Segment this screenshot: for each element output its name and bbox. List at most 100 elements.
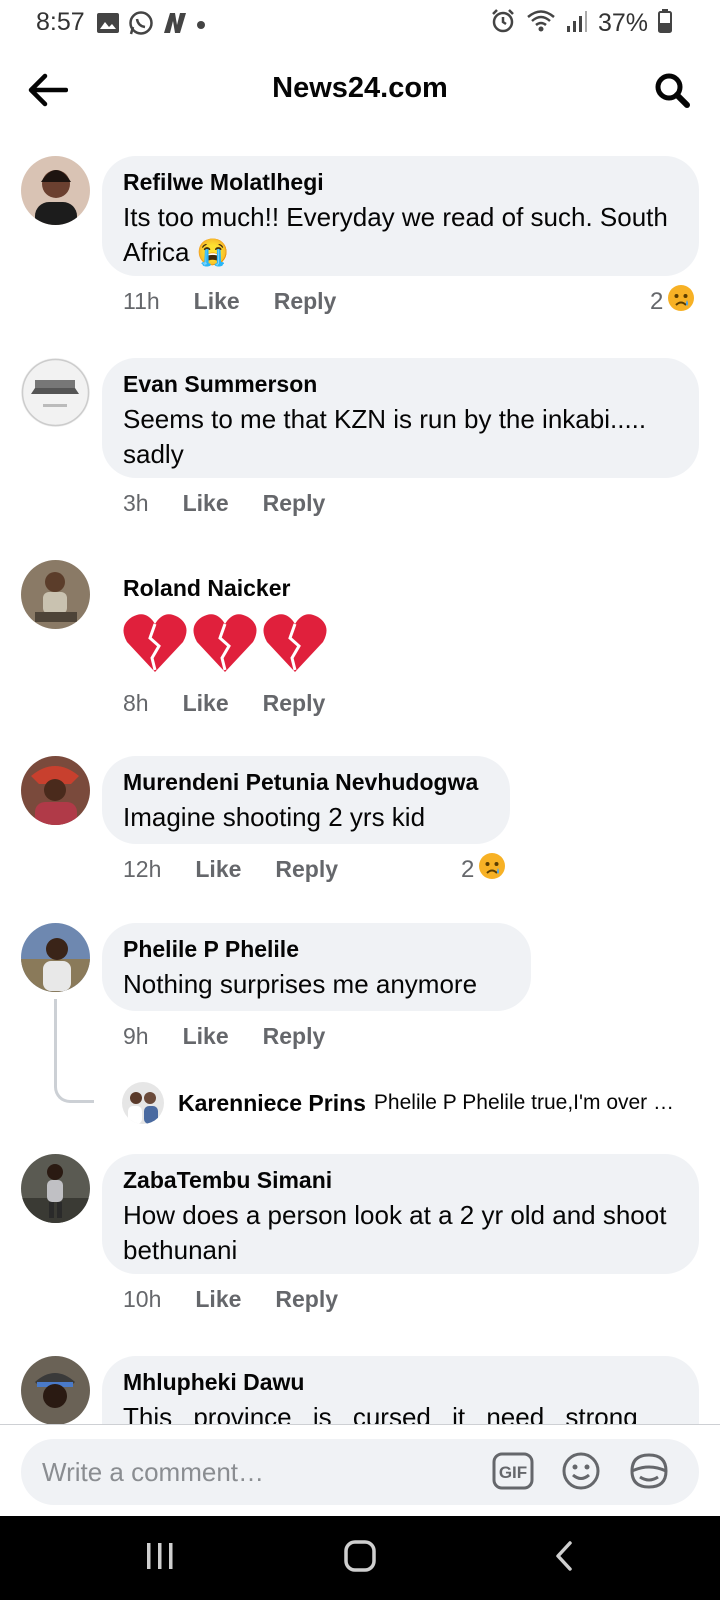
reply-button[interactable]: Reply — [274, 288, 337, 315]
avatar[interactable] — [21, 1356, 90, 1424]
home-button[interactable] — [330, 1536, 390, 1580]
status-left-icons — [96, 10, 206, 41]
comment-author[interactable]: Mhlupheki Dawu — [123, 1368, 679, 1396]
reply-thread-line — [54, 999, 94, 1103]
whatsapp-icon — [128, 10, 154, 41]
comment-text: Nothing surprises me anymore — [123, 969, 478, 999]
broken-heart-emojis — [122, 612, 328, 679]
comment-actions: 3h Like Reply — [123, 490, 325, 517]
comment-actions: 9h Like Reply — [123, 1023, 325, 1050]
emoji-icon — [561, 1451, 601, 1496]
comment-author[interactable]: Roland Naicker — [123, 574, 290, 602]
like-button[interactable]: Like — [183, 490, 229, 517]
avatar[interactable] — [21, 560, 90, 629]
reply-text: Phelile P Phelile true,I'm over … — [373, 1091, 675, 1114]
sticker-button[interactable] — [627, 1451, 671, 1496]
comment-input[interactable]: Write a comment… GIF — [21, 1439, 699, 1505]
comment-composer: Write a comment… GIF — [0, 1424, 720, 1516]
like-button[interactable]: Like — [194, 288, 240, 315]
recent-apps-icon — [144, 1541, 176, 1576]
page-title: News24.com — [272, 72, 448, 104]
news-app-icon — [162, 11, 188, 40]
comment-time: 9h — [123, 1023, 149, 1049]
comment-author[interactable]: Phelile P Phelile — [123, 935, 511, 963]
comment-bubble[interactable]: Mhlupheki Dawu This province is cursed i… — [102, 1356, 699, 1424]
reply-button[interactable]: Reply — [275, 856, 338, 883]
comment-text: How does a person look at a 2 yr old and… — [123, 1200, 667, 1265]
gif-button[interactable]: GIF — [491, 1452, 535, 1495]
comment-actions: 8h Like Reply — [123, 690, 325, 717]
like-button[interactable]: Like — [195, 1286, 241, 1313]
like-button[interactable]: Like — [195, 856, 241, 883]
reply-button[interactable]: Reply — [263, 1023, 326, 1050]
comment-author[interactable]: ZabaTembu Simani — [123, 1166, 679, 1194]
reaction-count: 2 — [461, 855, 475, 883]
reaction-summary[interactable]: 2 — [461, 852, 506, 887]
reply-preview[interactable]: Karenniece Prins Phelile P Phelile true,… — [122, 1082, 690, 1124]
broken-heart-icon — [192, 612, 258, 679]
comment-time: 12h — [123, 856, 162, 882]
avatar[interactable] — [21, 756, 90, 825]
sad-reaction-icon — [667, 284, 695, 319]
comment-input-placeholder: Write a comment… — [42, 1457, 265, 1487]
battery-percent: 37% — [597, 9, 648, 37]
comment-bubble[interactable]: Refilwe Molatlhegi Its too much!! Everyd… — [102, 156, 699, 276]
back-nav-icon — [552, 1540, 576, 1577]
alarm-icon — [490, 8, 516, 39]
avatar[interactable] — [122, 1082, 164, 1124]
comment-actions: 12h Like Reply — [123, 856, 338, 883]
reply-button[interactable]: Reply — [263, 490, 326, 517]
status-bar: 8:57 37% — [0, 0, 720, 46]
comment-time: 3h — [123, 490, 149, 516]
wifi-icon — [526, 9, 556, 38]
comment-bubble[interactable]: ZabaTembu Simani How does a person look … — [102, 1154, 699, 1274]
reply-author[interactable]: Karenniece Prins — [178, 1090, 366, 1117]
svg-text:GIF: GIF — [499, 1463, 527, 1482]
app-bar: News24.com — [0, 56, 720, 128]
status-time: 8:57 — [36, 8, 85, 36]
broken-heart-icon — [262, 612, 328, 679]
system-nav-bar — [0, 1516, 720, 1600]
avatar[interactable] — [21, 1154, 90, 1223]
recent-apps-button[interactable] — [130, 1536, 190, 1580]
comment-actions: 10h Like Reply — [123, 1286, 338, 1313]
search-button[interactable] — [648, 70, 696, 114]
avatar[interactable] — [21, 923, 90, 992]
sad-reaction-icon — [478, 852, 506, 887]
comment-time: 8h — [123, 690, 149, 716]
reply-button[interactable]: Reply — [275, 1286, 338, 1313]
like-button[interactable]: Like — [183, 690, 229, 717]
comment-text: Its too much!! Everyday we read of such.… — [123, 202, 668, 267]
gallery-icon — [96, 12, 120, 39]
comment-time: 10h — [123, 1286, 162, 1312]
comment-bubble[interactable]: Phelile P Phelile Nothing surprises me a… — [102, 923, 531, 1011]
search-icon — [653, 71, 691, 114]
sticker-icon — [628, 1451, 670, 1496]
comment-bubble[interactable]: Evan Summerson Seems to me that KZN is r… — [102, 358, 699, 478]
broken-heart-icon — [122, 612, 188, 679]
gif-icon: GIF — [492, 1452, 534, 1495]
comment-item: Mhlupheki Dawu This province is cursed i… — [0, 1356, 720, 1424]
comment-actions: 11h Like Reply — [123, 288, 336, 315]
notification-dot-icon — [196, 17, 206, 35]
like-button[interactable]: Like — [183, 1023, 229, 1050]
comment-time: 11h — [123, 288, 160, 314]
avatar[interactable] — [21, 358, 90, 427]
reaction-count: 2 — [650, 287, 664, 315]
comment-text: This province is cursed it need strong — [123, 1402, 638, 1424]
comment-text: Imagine shooting 2 yrs kid — [123, 802, 426, 832]
comment-bubble[interactable]: Murendeni Petunia Nevhudogwa Imagine sho… — [102, 756, 510, 844]
emoji-button[interactable] — [559, 1451, 603, 1496]
home-icon — [343, 1539, 377, 1578]
reply-button[interactable]: Reply — [263, 690, 326, 717]
avatar[interactable] — [21, 156, 90, 225]
signal-icon — [566, 9, 588, 38]
comment-author[interactable]: Murendeni Petunia Nevhudogwa — [123, 768, 490, 796]
comment-author[interactable]: Evan Summerson — [123, 370, 679, 398]
reaction-summary[interactable]: 2 — [650, 284, 695, 319]
back-nav-button[interactable] — [534, 1536, 594, 1580]
comment-text: Seems to me that KZN is run by the inkab… — [123, 404, 647, 469]
comment-author[interactable]: Refilwe Molatlhegi — [123, 168, 679, 196]
status-right-icons: 37% — [490, 8, 672, 39]
battery-icon — [658, 9, 672, 38]
